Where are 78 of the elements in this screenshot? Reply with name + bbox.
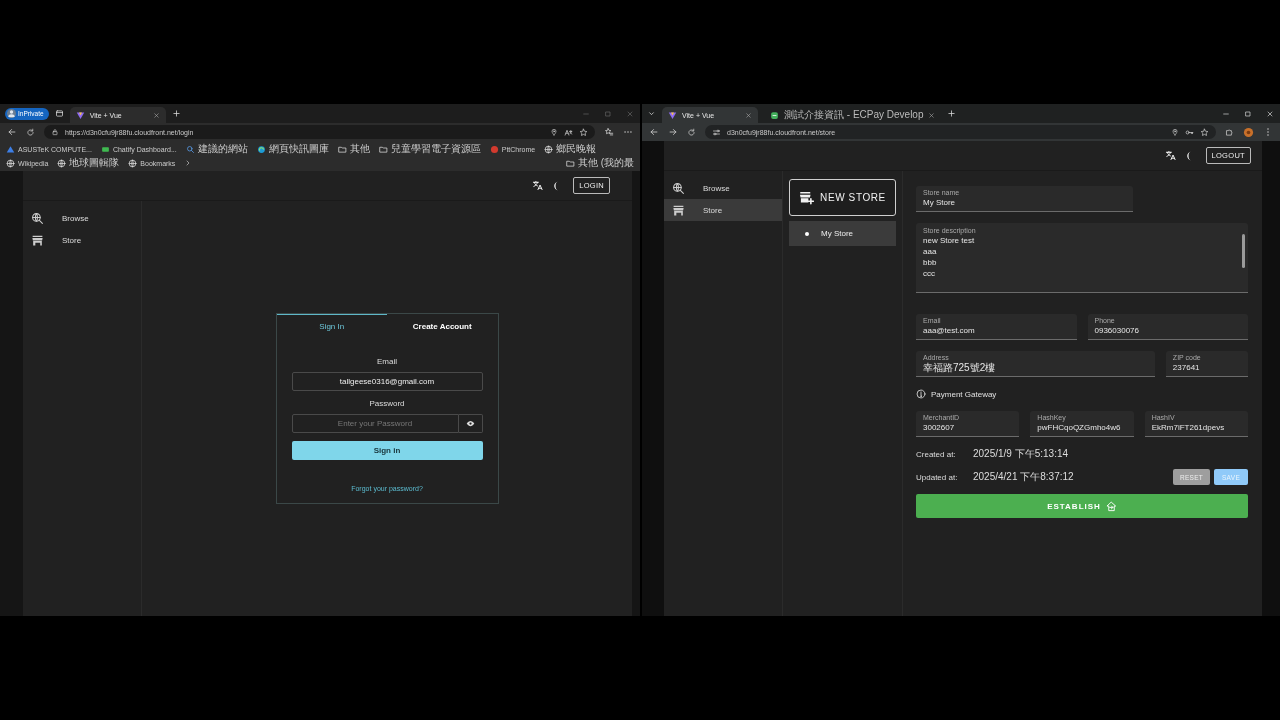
close-icon[interactable] xyxy=(928,111,936,119)
bookmark-item[interactable]: 建議的網站 xyxy=(185,142,248,156)
globe-icon xyxy=(128,158,138,168)
sidebar-item[interactable]: Store xyxy=(23,229,141,251)
reload-icon[interactable] xyxy=(26,127,35,137)
location-pin-icon[interactable] xyxy=(1171,128,1179,136)
sidebar-item[interactable]: Browse xyxy=(664,177,782,199)
triangle-logo-icon xyxy=(75,110,85,120)
auth-tab[interactable]: Sign In xyxy=(276,314,387,337)
store-icon xyxy=(672,203,685,217)
bookmark-folder[interactable]: 其他 (我的最 xyxy=(565,156,634,170)
info-icon xyxy=(916,389,926,399)
swirl-logo-icon xyxy=(256,144,266,154)
triangle-logo-icon xyxy=(6,144,15,154)
new-store-button[interactable]: NEW STORE xyxy=(789,179,896,216)
globe-icon xyxy=(57,158,67,168)
globe-search-icon xyxy=(31,211,44,225)
search-icon xyxy=(185,144,195,154)
store-list-item[interactable]: My Store xyxy=(789,221,896,246)
forward-icon[interactable] xyxy=(668,127,678,137)
meta-value: 2025/1/9 下午5:13:14 xyxy=(973,447,1069,461)
square-logo-icon xyxy=(770,110,779,120)
section-heading: Payment Gateway xyxy=(931,389,997,399)
bookmark-item[interactable]: 其他 xyxy=(337,142,370,156)
translate-icon[interactable] xyxy=(532,180,544,191)
round-logo-icon xyxy=(489,144,499,154)
globe-icon xyxy=(544,144,554,154)
close-icon[interactable] xyxy=(152,111,160,119)
maximize-icon[interactable] xyxy=(1244,109,1252,118)
store-icon xyxy=(31,233,44,247)
key-icon[interactable] xyxy=(1185,127,1194,137)
tab-actions-icon[interactable] xyxy=(54,109,64,118)
site-settings-icon[interactable] xyxy=(712,127,721,137)
folder-icon xyxy=(337,144,347,154)
star-icon[interactable] xyxy=(1200,127,1209,137)
home-arrow-icon xyxy=(1105,500,1117,512)
field-label: Password xyxy=(369,399,405,409)
bookmark-item[interactable]: 網頁快訊圖庫 xyxy=(256,142,329,156)
meta-label: Created at: xyxy=(916,449,957,459)
auth-tab[interactable]: Create Account xyxy=(387,314,498,337)
bookmark-item[interactable]: 鄉民晚報 xyxy=(544,142,597,156)
person-icon xyxy=(7,109,16,118)
tab-search-icon[interactable] xyxy=(647,109,656,118)
lock-icon xyxy=(51,128,59,136)
store-add-icon xyxy=(799,190,815,205)
location-pin-icon[interactable] xyxy=(550,128,558,136)
field-label: Email xyxy=(377,357,397,367)
scrollbar[interactable] xyxy=(1242,234,1245,268)
back-icon[interactable] xyxy=(649,127,659,137)
favorites-icon[interactable] xyxy=(604,127,614,137)
globe-icon xyxy=(6,158,15,168)
close-icon[interactable] xyxy=(745,111,752,119)
password-field[interactable]: Enter your Password xyxy=(291,414,459,433)
sidebar-item[interactable]: Browse xyxy=(23,207,141,229)
globe-search-icon xyxy=(672,181,685,195)
back-icon[interactable] xyxy=(7,127,17,137)
sidebar-item[interactable]: Store xyxy=(664,199,782,221)
folder-icon xyxy=(565,158,575,168)
close-icon[interactable] xyxy=(1266,109,1274,118)
translate-icon[interactable] xyxy=(1164,150,1176,161)
app-icon xyxy=(100,144,110,154)
browser-tab[interactable]: 測試介接資訊 - ECPay Develop xyxy=(764,107,942,123)
folder-icon xyxy=(378,144,388,154)
meta-label: Updated at: xyxy=(916,472,959,482)
sign-in-button[interactable]: Sign in xyxy=(291,441,483,460)
avatar-icon[interactable] xyxy=(1243,126,1254,138)
meta-value: 2025/4/21 下午8:37:12 xyxy=(973,470,1074,484)
reload-icon[interactable] xyxy=(687,127,696,137)
eye-icon xyxy=(465,419,475,428)
bookmark-item[interactable]: 兒童學習電子資源區 xyxy=(378,142,481,156)
new-tab-icon[interactable] xyxy=(171,109,181,118)
email-field[interactable]: tallgeese0316@gmail.com xyxy=(291,372,483,391)
triangle-logo-icon xyxy=(668,110,677,120)
bookmark-item[interactable]: 地球圖輯隊 xyxy=(57,156,120,170)
star-icon[interactable] xyxy=(579,127,588,137)
show-password-button[interactable] xyxy=(458,414,483,433)
new-tab-icon[interactable] xyxy=(947,109,957,118)
read-aloud-icon[interactable] xyxy=(564,127,573,137)
